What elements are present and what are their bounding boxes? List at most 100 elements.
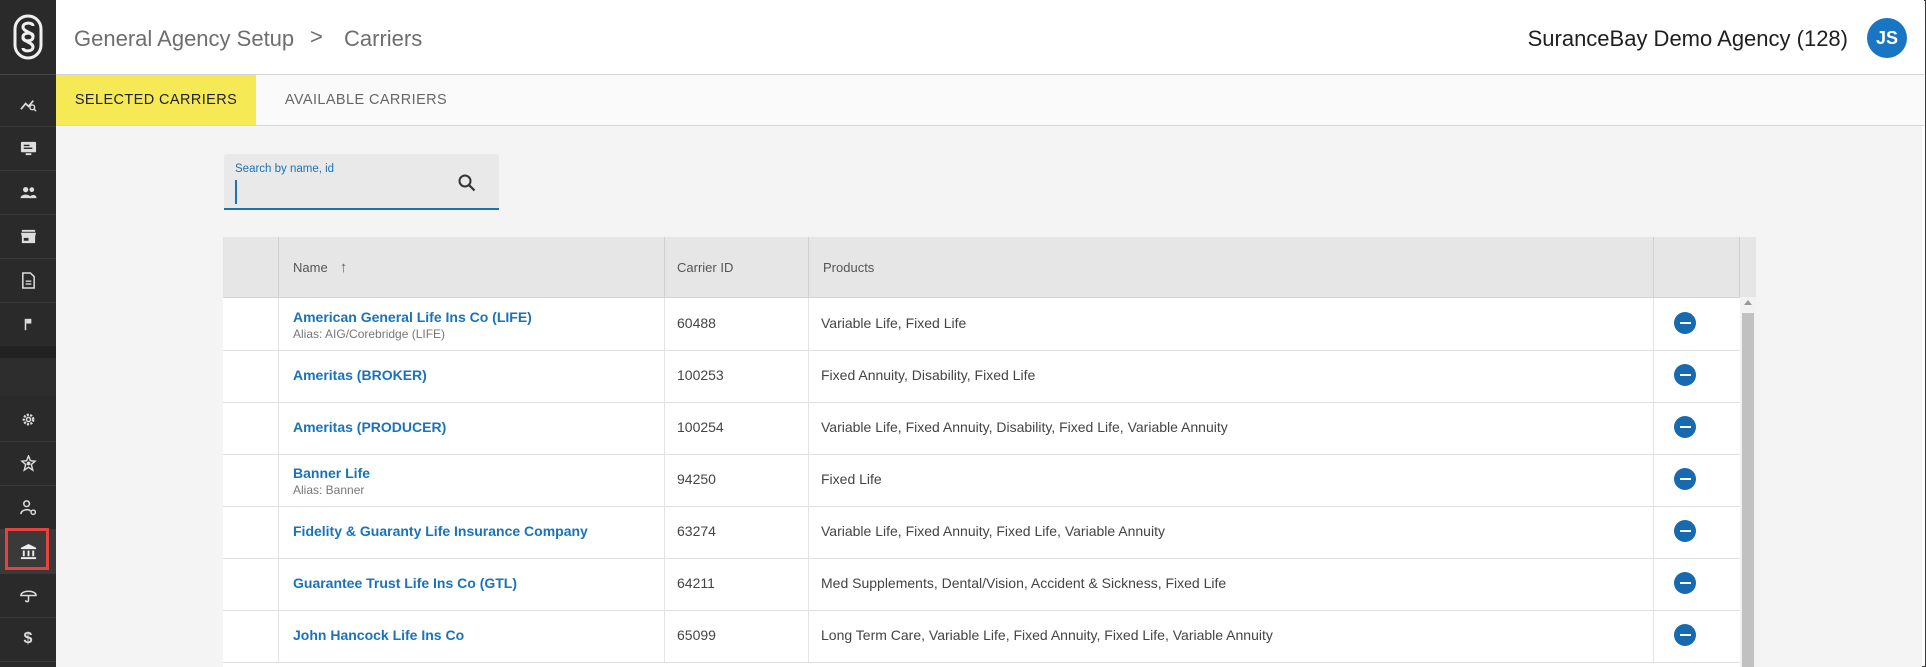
nav-insurance[interactable]	[0, 573, 56, 618]
gear-icon	[22, 413, 34, 425]
search-icon[interactable]	[457, 173, 477, 193]
sidebar-divider	[0, 346, 56, 358]
column-header-products[interactable]: Products	[809, 237, 1654, 297]
search-input[interactable]	[235, 180, 441, 204]
row-select-cell	[223, 350, 279, 402]
remove-carrier-button[interactable]	[1674, 312, 1696, 334]
nav-settings[interactable]	[0, 397, 56, 442]
nav-commissions[interactable]: $	[0, 617, 56, 662]
row-select-cell	[223, 402, 279, 454]
remove-carrier-button[interactable]	[1674, 624, 1696, 646]
tab-available-carriers[interactable]: AVAILABLE CARRIERS	[262, 75, 470, 125]
breadcrumb-general-agency-setup[interactable]: General Agency Setup	[74, 26, 294, 52]
minus-icon	[1679, 633, 1691, 637]
column-header-actions	[1654, 237, 1740, 297]
column-header-name[interactable]: Name ↑	[279, 237, 665, 297]
highlight-annotation	[5, 528, 49, 570]
table-row[interactable]: Fidelity & Guaranty Life Insurance Compa…	[223, 506, 1740, 559]
dollar-icon: $	[23, 630, 33, 647]
table-row[interactable]: Ameritas (PRODUCER) 100254 Variable Life…	[223, 402, 1740, 455]
carrier-products: Med Supplements, Dental/Vision, Accident…	[821, 575, 1227, 591]
search-label: Search by name, id	[235, 163, 335, 175]
breadcrumb-carriers: Carriers	[344, 26, 423, 51]
carrier-products: Fixed Life	[821, 471, 882, 487]
minus-icon	[1679, 425, 1691, 429]
remove-carrier-button[interactable]	[1674, 468, 1696, 490]
flag-icon	[24, 318, 31, 330]
nav-user-settings[interactable]	[0, 485, 56, 530]
carrier-products: Variable Life, Fixed Annuity, Disability…	[821, 419, 1228, 435]
minus-icon	[1679, 321, 1691, 325]
carrier-id: 64211	[677, 575, 715, 591]
row-select-cell	[223, 558, 279, 610]
carrier-alias: Alias: Banner	[293, 483, 365, 497]
carrier-alias: Alias: AIG/Corebridge (LIFE)	[293, 327, 446, 341]
nav-document[interactable]	[0, 258, 56, 303]
document-icon	[21, 271, 35, 289]
tab-selected-carriers[interactable]: SELECTED CARRIERS	[56, 75, 256, 125]
nav-badge[interactable]	[0, 441, 56, 486]
column-name-label: Name	[293, 259, 328, 275]
monitor-icon	[20, 141, 36, 155]
carrier-name-link[interactable]: John Hancock Life Ins Co	[293, 627, 464, 643]
carrier-name-link[interactable]: American General Life Ins Co (LIFE)	[293, 309, 532, 325]
surancebay-logo[interactable]	[0, 0, 56, 75]
row-select-cell	[223, 610, 279, 662]
badge-icon	[19, 454, 37, 472]
carrier-products: Fixed Annuity, Disability, Fixed Life	[821, 367, 1036, 383]
carrier-products: Variable Life, Fixed Annuity, Fixed Life…	[821, 523, 1165, 539]
nav-store[interactable]	[0, 214, 56, 259]
carrier-tabs: SELECTED CARRIERS AVAILABLE CARRIERS	[56, 75, 1924, 126]
minus-icon	[1679, 529, 1691, 533]
carrier-id: 94250	[677, 471, 716, 487]
table-header: Name ↑ Carrier ID Products	[223, 237, 1756, 298]
carrier-products: Variable Life, Fixed Life	[821, 315, 967, 331]
carrier-id: 60488	[677, 315, 716, 331]
agency-name[interactable]: SuranceBay Demo Agency (128)	[1528, 26, 1848, 52]
top-header: General Agency Setup > Carriers SuranceB…	[56, 0, 1924, 75]
minus-icon	[1679, 581, 1691, 585]
carrier-id: 100253	[677, 367, 724, 383]
nav-monitor[interactable]	[0, 126, 56, 171]
search-box: Search by name, id	[224, 154, 499, 210]
row-select-cell	[223, 454, 279, 506]
row-select-cell	[223, 506, 279, 558]
user-avatar[interactable]: JS	[1867, 18, 1907, 58]
remove-carrier-button[interactable]	[1674, 520, 1696, 542]
scroll-up-arrow-icon[interactable]	[1744, 300, 1752, 305]
row-select-cell	[223, 298, 279, 350]
row-products-cell	[809, 454, 1654, 506]
scrollbar-thumb[interactable]	[1742, 313, 1754, 667]
remove-carrier-button[interactable]	[1674, 364, 1696, 386]
table-row[interactable]: Guarantee Trust Life Ins Co (GTL) 64211 …	[223, 558, 1740, 611]
nav-flag[interactable]	[0, 302, 56, 347]
people-icon	[19, 186, 37, 198]
minus-icon	[1679, 477, 1691, 481]
carrier-name-link[interactable]: Guarantee Trust Life Ins Co (GTL)	[293, 575, 517, 591]
store-icon	[20, 229, 36, 243]
carrier-id: 100254	[677, 419, 724, 435]
column-header-select	[223, 237, 279, 297]
table-row[interactable]: Banner Life Alias: Banner 94250 Fixed Li…	[223, 454, 1740, 507]
carrier-products: Long Term Care, Variable Life, Fixed Ann…	[821, 627, 1273, 643]
remove-carrier-button[interactable]	[1674, 572, 1696, 594]
carrier-id: 65099	[677, 627, 716, 643]
remove-carrier-button[interactable]	[1674, 416, 1696, 438]
carrier-name-link[interactable]: Banner Life	[293, 465, 370, 481]
table-row[interactable]: American General Life Ins Co (LIFE) Alia…	[223, 298, 1740, 351]
carriers-table: Name ↑ Carrier ID Products American Gene…	[223, 237, 1756, 667]
carrier-id: 63274	[677, 523, 716, 539]
nav-analytics[interactable]	[0, 82, 56, 127]
carrier-name-link[interactable]: Ameritas (PRODUCER)	[293, 419, 446, 435]
column-header-carrier-id[interactable]: Carrier ID	[665, 237, 809, 297]
carrier-name-link[interactable]: Fidelity & Guaranty Life Insurance Compa…	[293, 523, 588, 539]
logo-icon	[13, 14, 43, 60]
table-row[interactable]: Ameritas (BROKER) 100253 Fixed Annuity, …	[223, 350, 1740, 403]
sort-arrow-up-icon[interactable]: ↑	[340, 259, 348, 276]
table-row[interactable]: John Hancock Life Ins Co 65099 Long Term…	[223, 610, 1740, 663]
carrier-name-link[interactable]: Ameritas (BROKER)	[293, 367, 427, 383]
analytics-icon	[19, 99, 37, 112]
umbrella-icon	[19, 589, 37, 602]
minus-icon	[1679, 373, 1691, 377]
nav-people[interactable]	[0, 170, 56, 215]
